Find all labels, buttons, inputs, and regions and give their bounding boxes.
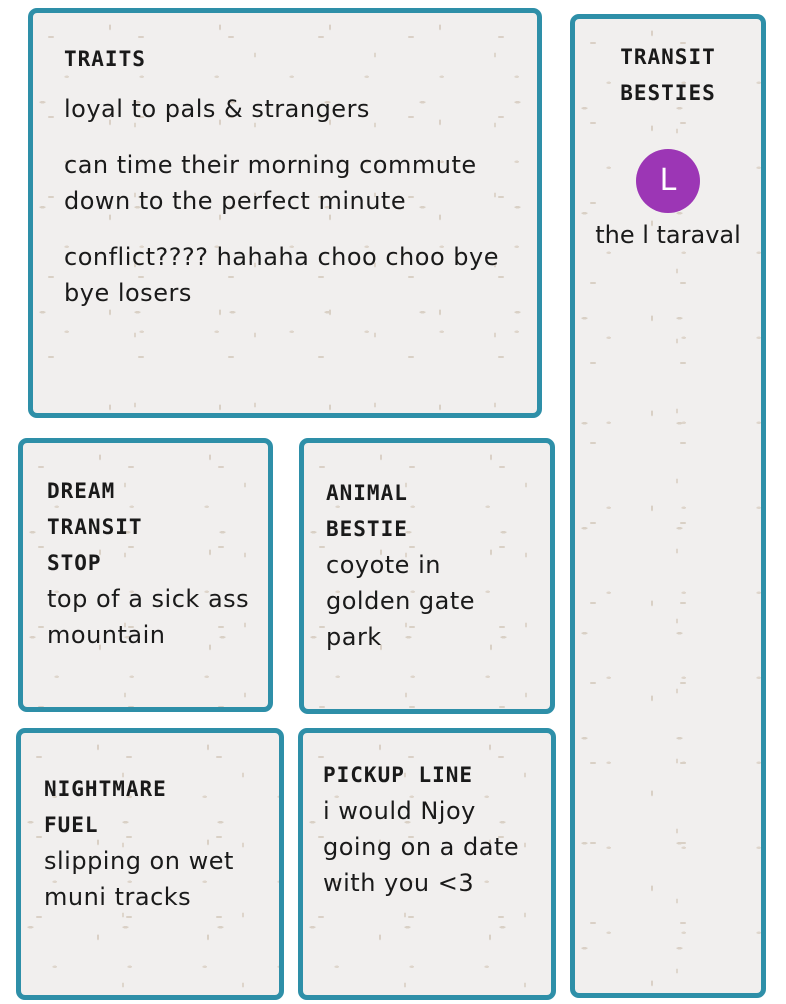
- pickup-line-heading: PICKUP LINE: [323, 763, 474, 787]
- nightmare-fuel-text: slipping on wet muni tracks: [44, 847, 234, 911]
- traits-heading: TRAITS: [64, 47, 146, 71]
- animal-bestie-text: coyote in golden gate park: [326, 551, 476, 651]
- trait-item: loyal to pals & strangers: [64, 95, 370, 123]
- nightmare-fuel-card: NIGHTMARE FUEL slipping on wet muni trac…: [16, 728, 284, 1000]
- transit-besties-heading: TRANSIT BESTIES: [620, 45, 716, 105]
- traits-card: TRAITS loyal to pals & strangers can tim…: [28, 8, 542, 418]
- dream-transit-stop-text: top of a sick ass mountain: [47, 585, 250, 649]
- animal-bestie-card: ANIMAL BESTIE coyote in golden gate park: [299, 438, 555, 714]
- pickup-line-text: i would Njoy going on a date with you <3: [323, 797, 520, 897]
- transit-bestie-item: L the l taraval: [575, 149, 761, 253]
- transit-bestie-name: the l taraval: [595, 221, 741, 249]
- nightmare-fuel-heading: NIGHTMARE FUEL: [44, 777, 167, 837]
- transit-besties-card: TRANSIT BESTIES L the l taraval: [570, 14, 766, 998]
- dream-transit-stop-card: DREAM TRANSIT STOP top of a sick ass mou…: [18, 438, 273, 712]
- trait-item: can time their morning commute down to t…: [64, 151, 477, 215]
- animal-bestie-heading: ANIMAL BESTIE: [326, 481, 408, 541]
- l-line-badge-icon: L: [636, 149, 700, 213]
- dream-transit-stop-heading: DREAM TRANSIT STOP: [47, 479, 143, 575]
- pickup-line-card: PICKUP LINE i would Njoy going on a date…: [298, 728, 556, 1000]
- trait-item: conflict???? hahaha choo choo bye bye lo…: [64, 243, 499, 307]
